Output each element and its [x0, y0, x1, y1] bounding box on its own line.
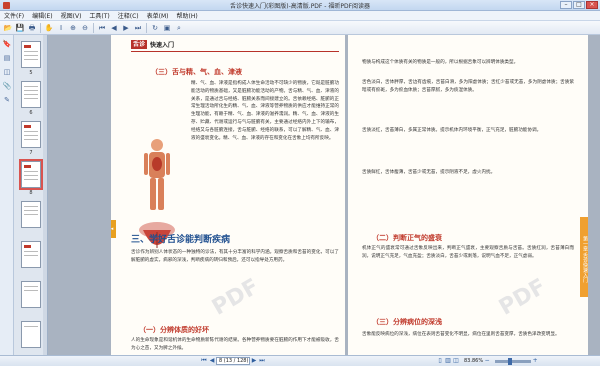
first-page-button[interactable]: ⏮ [200, 357, 208, 365]
toolbar: 📂 💾 🖶 ✋ I ⊕ ⊖ ⏮ ◀ ▶ ⏭ ↻ ▣ ⌕ [0, 21, 600, 35]
chapter-side-label: 第一章 舌诊快速入门 [580, 217, 588, 297]
human-body-illustration [144, 139, 170, 210]
paragraph: 舌象能反映病位的深浅，病位在表则舌苔变化不明显，病位在里则舌苔变厚，舌质色泽改变… [362, 332, 560, 337]
page-thumbnail-selected[interactable] [19, 159, 43, 190]
page-thumbnail[interactable] [21, 321, 41, 348]
maximize-button[interactable]: □ [573, 1, 585, 9]
zoom-out-button[interactable]: − [483, 357, 491, 365]
paragraph: 舌质鲜红，舌体瘦薄，舌苔少或无苔，提示阴液不足，虚火内扰。 [362, 170, 496, 175]
last-page-button[interactable]: ⏭ [258, 357, 266, 365]
rotate-icon[interactable]: ↻ [150, 23, 160, 33]
search-icon[interactable]: ⌕ [174, 23, 184, 33]
pages-tab-icon[interactable]: ▤ [2, 53, 12, 63]
prev-page-button[interactable]: ◀ [208, 357, 216, 365]
menu-comment[interactable]: 注释(C) [118, 11, 139, 20]
title-bar: 舌诊快速入门(彩图版)-高清版.PDF - 福昕PDF阅读器 – □ × [0, 0, 600, 11]
menu-view[interactable]: 视图(V) [61, 11, 82, 20]
toolbar-separator [40, 22, 41, 33]
menu-bar: 文件(F) 编辑(E) 视图(V) 工具(T) 注释(C) 表单(M) 帮助(H… [0, 11, 600, 21]
window-controls: – □ × [560, 1, 598, 9]
close-button[interactable]: × [586, 1, 598, 9]
paragraph: 舌质淡红，舌苔薄白，多属正常体质。提示机体内环境平衡，正气充足，脏腑功能协调。 [362, 128, 542, 133]
zoom-in-icon[interactable]: ⊕ [68, 23, 78, 33]
subsection-title: （一）分辨体质的好坏 [139, 326, 209, 334]
page-number-input[interactable]: 8 (13 / 128) [216, 357, 250, 365]
paragraph: 物质与构成这个体质有关的物质是一般的，所以根据舌象可以辨明体质类型。 [362, 60, 519, 65]
toolbar-separator [93, 22, 94, 33]
zoom-level: 83.86% [464, 358, 484, 364]
section-title: （三）舌与精、气、血、津液 [151, 68, 242, 76]
header-rule [131, 51, 339, 52]
page-thumbnails-panel: 5 6 7 8 [14, 35, 48, 355]
page-thumbnail[interactable] [21, 201, 41, 228]
page-thumbnail[interactable] [21, 121, 41, 148]
paragraph: 舌色淡白，舌体胖厚，舌边有齿痕，舌苔白滑，多为阳虚体质；舌红少苔或无苔，多为阴虚… [362, 80, 574, 93]
bookmarks-tab-icon[interactable]: 🔖 [2, 39, 12, 49]
menu-file[interactable]: 文件(F) [4, 11, 24, 20]
last-page-icon[interactable]: ⏭ [133, 23, 143, 33]
zoom-slider[interactable] [495, 357, 532, 365]
next-page-icon[interactable]: ▶ [121, 23, 131, 33]
pdf-page-left: 舌诊 快速入门 （三）舌与精、气、血、津液 精、气、血、津液是指构成人体生命活动… [111, 35, 345, 355]
status-bar: ⏮ ◀ 8 (13 / 128) ▶ ⏭ ▯ ▥ ◫ 83.86% − + [0, 355, 600, 366]
zoom-slider-knob[interactable] [507, 357, 512, 365]
pdf-page-right: 物质与构成这个体质有关的物质是一般的，所以根据舌象可以辨明体质类型。 舌色淡白，… [348, 35, 588, 355]
zoom-in-button[interactable]: + [531, 357, 539, 365]
print-icon[interactable]: 🖶 [27, 23, 37, 33]
subsection-title: （二）判断正气的盛衰 [372, 234, 442, 242]
comments-tab-icon[interactable]: ✎ [2, 95, 12, 105]
navigation-side-tabs: 🔖 ▤ ◫ 📎 ✎ [0, 35, 14, 355]
page-thumbnail[interactable] [21, 41, 41, 68]
minimize-button[interactable]: – [560, 1, 572, 9]
thumbnail-scrollbar[interactable] [43, 35, 47, 355]
save-icon[interactable]: 💾 [15, 23, 25, 33]
menu-edit[interactable]: 编辑(E) [32, 11, 52, 20]
menu-form[interactable]: 表单(M) [147, 11, 169, 20]
page-thumbnail[interactable] [21, 81, 41, 108]
next-page-button[interactable]: ▶ [250, 357, 258, 365]
open-icon[interactable]: 📂 [3, 23, 13, 33]
facing-view-icon[interactable]: ◫ [452, 357, 460, 365]
fit-page-icon[interactable]: ▣ [162, 23, 172, 33]
subsection-title: （三）分辨病位的深浅 [372, 318, 442, 326]
document-view: 舌诊 快速入门 （三）舌与精、气、血、津液 精、气、血、津液是指构成人体生命活动… [48, 35, 600, 355]
paragraph: 精、气、血、津液是指构成人体生命活动不可缺少的物质，它既是脏腑功能活动的物质基础… [191, 81, 339, 141]
toolbar-separator [146, 22, 147, 33]
select-text-icon[interactable]: I [56, 23, 66, 33]
layers-tab-icon[interactable]: ◫ [2, 67, 12, 77]
continuous-view-icon[interactable]: ▥ [444, 357, 452, 365]
paragraph: 人的生命现象是和谐机体的生命物质新陈代谢的结果。各种营养物质要在脏腑的作用下才能… [131, 338, 339, 351]
zoom-out-icon[interactable]: ⊖ [80, 23, 90, 33]
first-page-icon[interactable]: ⏮ [97, 23, 107, 33]
page-thumbnail[interactable] [21, 281, 41, 308]
chapter-badge: 舌诊 [131, 40, 147, 49]
chapter-title: 快速入门 [150, 42, 175, 49]
menu-help[interactable]: 帮助(H) [177, 11, 198, 20]
menu-tools[interactable]: 工具(T) [89, 11, 109, 20]
hand-tool-icon[interactable]: ✋ [44, 23, 54, 33]
single-page-view-icon[interactable]: ▯ [436, 357, 444, 365]
left-page-tab-marker: ◂ [111, 220, 116, 238]
window-title: 舌诊快速入门(彩图版)-高清版.PDF - 福昕PDF阅读器 [229, 3, 371, 10]
prev-page-icon[interactable]: ◀ [109, 23, 119, 33]
section-heading: 三、学好舌诊能判断疾病 [131, 235, 231, 245]
attachments-tab-icon[interactable]: 📎 [2, 81, 12, 91]
page-thumbnail[interactable] [21, 241, 41, 268]
